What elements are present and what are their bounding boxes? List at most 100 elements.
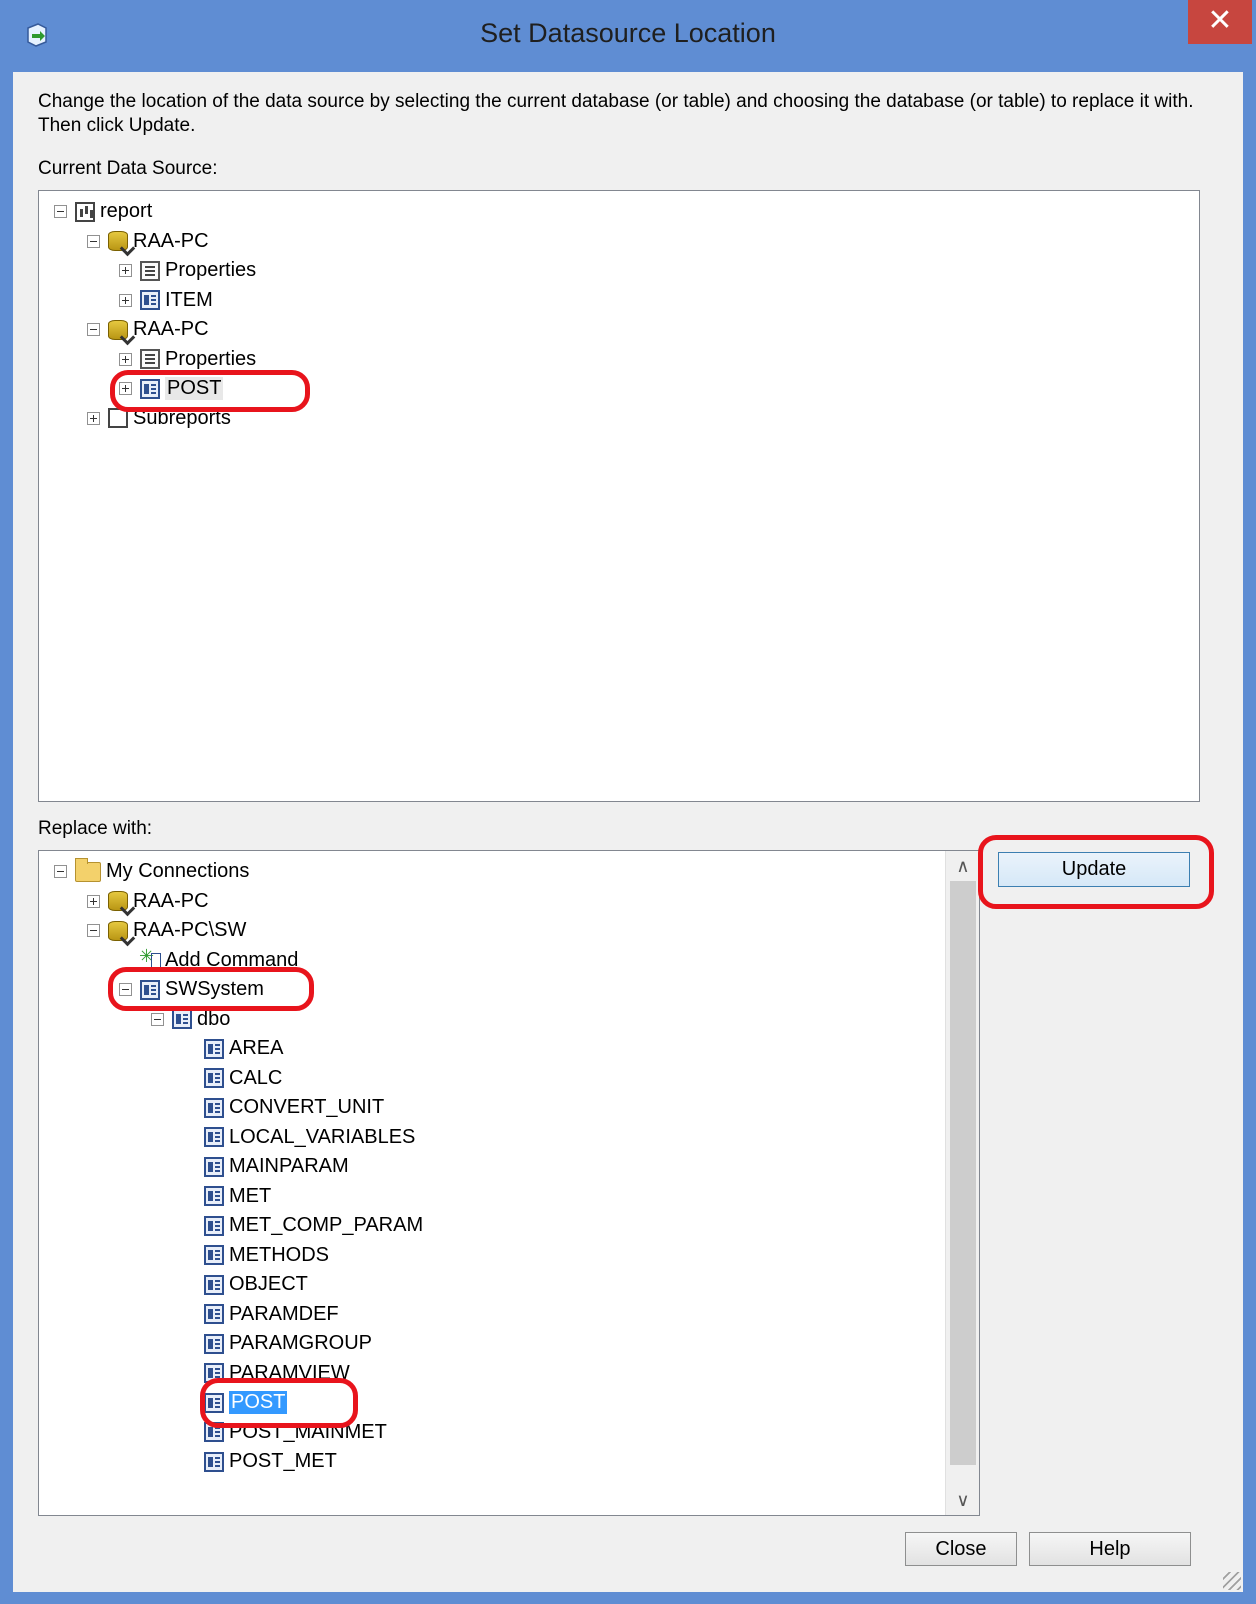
- tree-node[interactable]: RAA-PC: [87, 227, 209, 256]
- tree-node-label: MET: [229, 1184, 272, 1207]
- scroll-up-icon[interactable]: ∧: [946, 851, 979, 881]
- table-icon: [204, 1392, 224, 1413]
- tree-node-label: ITEM: [165, 288, 213, 311]
- help-button[interactable]: Help: [1029, 1532, 1191, 1566]
- tree-node-label: POST_MET: [229, 1450, 337, 1472]
- table-icon: [204, 1156, 224, 1177]
- vertical-scrollbar[interactable]: ∧ ∨: [945, 851, 979, 1515]
- close-window-button[interactable]: ✕: [1188, 0, 1252, 44]
- subreports-icon: [108, 408, 128, 428]
- table-icon: [204, 1068, 224, 1088]
- tree-node[interactable]: PARAMGROUP: [183, 1329, 372, 1358]
- tree-node[interactable]: MAINPARAM: [183, 1152, 349, 1181]
- tree-node-label: CALC: [229, 1066, 283, 1089]
- dialog-client-area: Change the location of the data source b…: [13, 72, 1243, 1592]
- expand-icon[interactable]: [119, 293, 132, 307]
- database-icon: [108, 891, 128, 911]
- expand-icon[interactable]: [119, 264, 132, 277]
- tree-node-label: AREA: [229, 1037, 284, 1059]
- table-icon: [204, 1186, 224, 1206]
- tree-node[interactable]: RAA-PC\SW: [87, 916, 246, 945]
- folder-icon: [75, 857, 101, 882]
- tree-node-label: My Connections: [106, 860, 250, 882]
- update-button[interactable]: Update: [998, 852, 1190, 887]
- collapse-icon[interactable]: [87, 323, 100, 336]
- collapse-icon[interactable]: [119, 983, 132, 996]
- expand-icon[interactable]: [87, 894, 100, 908]
- tree-node[interactable]: MET_COMP_PARAM: [183, 1211, 423, 1240]
- tree-node[interactable]: POST: [183, 1388, 288, 1417]
- tree-node-label: POST: [165, 377, 224, 400]
- tree-node-label: MET_COMP_PARAM: [229, 1214, 424, 1236]
- title-bar[interactable]: Set Datasource Location ✕: [0, 0, 1256, 72]
- tree-node[interactable]: POST: [119, 374, 224, 403]
- table-icon: [204, 1038, 224, 1059]
- tree-node[interactable]: LOCAL_VARIABLES: [183, 1123, 415, 1152]
- tree-node[interactable]: MET: [183, 1182, 271, 1211]
- tree-node-label: POST_MAINMET: [229, 1420, 387, 1443]
- collapse-icon[interactable]: [54, 205, 67, 218]
- database-icon: [108, 920, 128, 941]
- tree-node-label: report: [100, 200, 153, 222]
- properties-icon: [140, 260, 160, 281]
- replace-with-tree[interactable]: ∧ ∨ My Connections RAA-PC RAA-PC\SW Add Com…: [38, 850, 980, 1516]
- tree-node[interactable]: Add Command: [119, 946, 298, 975]
- table-icon: [204, 1363, 224, 1383]
- expand-icon[interactable]: [119, 352, 132, 366]
- tree-node-label: CONVERT_UNIT: [229, 1096, 385, 1118]
- report-icon: [75, 201, 95, 222]
- current-datasource-label: Current Data Source:: [38, 158, 218, 179]
- tree-node[interactable]: AREA: [183, 1034, 283, 1063]
- collapse-icon[interactable]: [87, 234, 100, 248]
- close-icon: ✕: [1207, 4, 1233, 37]
- tree-node[interactable]: SWSystem: [119, 975, 264, 1004]
- tree-node[interactable]: dbo: [151, 1005, 230, 1034]
- tree-node[interactable]: CALC: [183, 1064, 282, 1093]
- tree-node[interactable]: PARAMDEF: [183, 1300, 339, 1329]
- table-icon: [140, 290, 160, 310]
- tree-node-label: PARAMDEF: [229, 1302, 339, 1325]
- tree-node[interactable]: ITEM: [119, 286, 213, 315]
- tree-node-label: RAA-PC\SW: [133, 919, 247, 941]
- tree-node-label: PARAMVIEW: [229, 1361, 350, 1384]
- tree-node-label: Subreports: [133, 406, 231, 429]
- tree-node-label: PARAMGROUP: [229, 1332, 372, 1354]
- tree-node[interactable]: Properties: [119, 256, 256, 285]
- dialog-title: Set Datasource Location: [480, 18, 776, 48]
- scroll-thumb[interactable]: [950, 881, 976, 1465]
- database-icon: [108, 319, 128, 340]
- current-datasource-tree[interactable]: report RAA-PC Properties ITEM RAA-PC Properti…: [38, 190, 1200, 802]
- expand-icon[interactable]: [119, 382, 132, 395]
- tree-node-label: MAINPARAM: [229, 1155, 349, 1177]
- table-icon: [204, 1304, 224, 1324]
- table-icon: [204, 1127, 224, 1147]
- tree-node[interactable]: My Connections: [54, 857, 249, 886]
- tree-node[interactable]: POST_MET: [183, 1447, 337, 1476]
- tree-node[interactable]: CONVERT_UNIT: [183, 1093, 384, 1122]
- tree-node-label: POST: [229, 1391, 288, 1414]
- table-icon: [204, 1097, 224, 1118]
- tree-node[interactable]: Properties: [119, 345, 256, 374]
- tree-node[interactable]: report: [54, 197, 152, 226]
- close-button[interactable]: Close: [905, 1532, 1017, 1566]
- expand-icon[interactable]: [87, 411, 100, 425]
- tree-node-label: Add Command: [165, 948, 299, 971]
- tree-node[interactable]: RAA-PC: [87, 315, 209, 344]
- tree-node[interactable]: RAA-PC: [87, 887, 209, 916]
- tree-node[interactable]: METHODS: [183, 1241, 329, 1270]
- collapse-icon[interactable]: [54, 865, 67, 878]
- tree-node[interactable]: PARAMVIEW: [183, 1359, 350, 1388]
- tree-node-label: OBJECT: [229, 1273, 308, 1295]
- tree-node-label: RAA-PC: [133, 229, 209, 252]
- replace-with-label: Replace with:: [38, 818, 153, 839]
- table-icon: [204, 1451, 224, 1472]
- collapse-icon[interactable]: [87, 924, 100, 937]
- scroll-down-icon[interactable]: ∨: [946, 1485, 979, 1515]
- tree-node[interactable]: POST_MAINMET: [183, 1418, 387, 1447]
- tree-node[interactable]: OBJECT: [183, 1270, 308, 1299]
- tree-node[interactable]: Subreports: [87, 404, 231, 433]
- table-icon: [204, 1245, 224, 1265]
- table-icon: [204, 1274, 224, 1295]
- resize-grip-icon[interactable]: [1223, 1572, 1241, 1590]
- collapse-icon[interactable]: [151, 1012, 164, 1026]
